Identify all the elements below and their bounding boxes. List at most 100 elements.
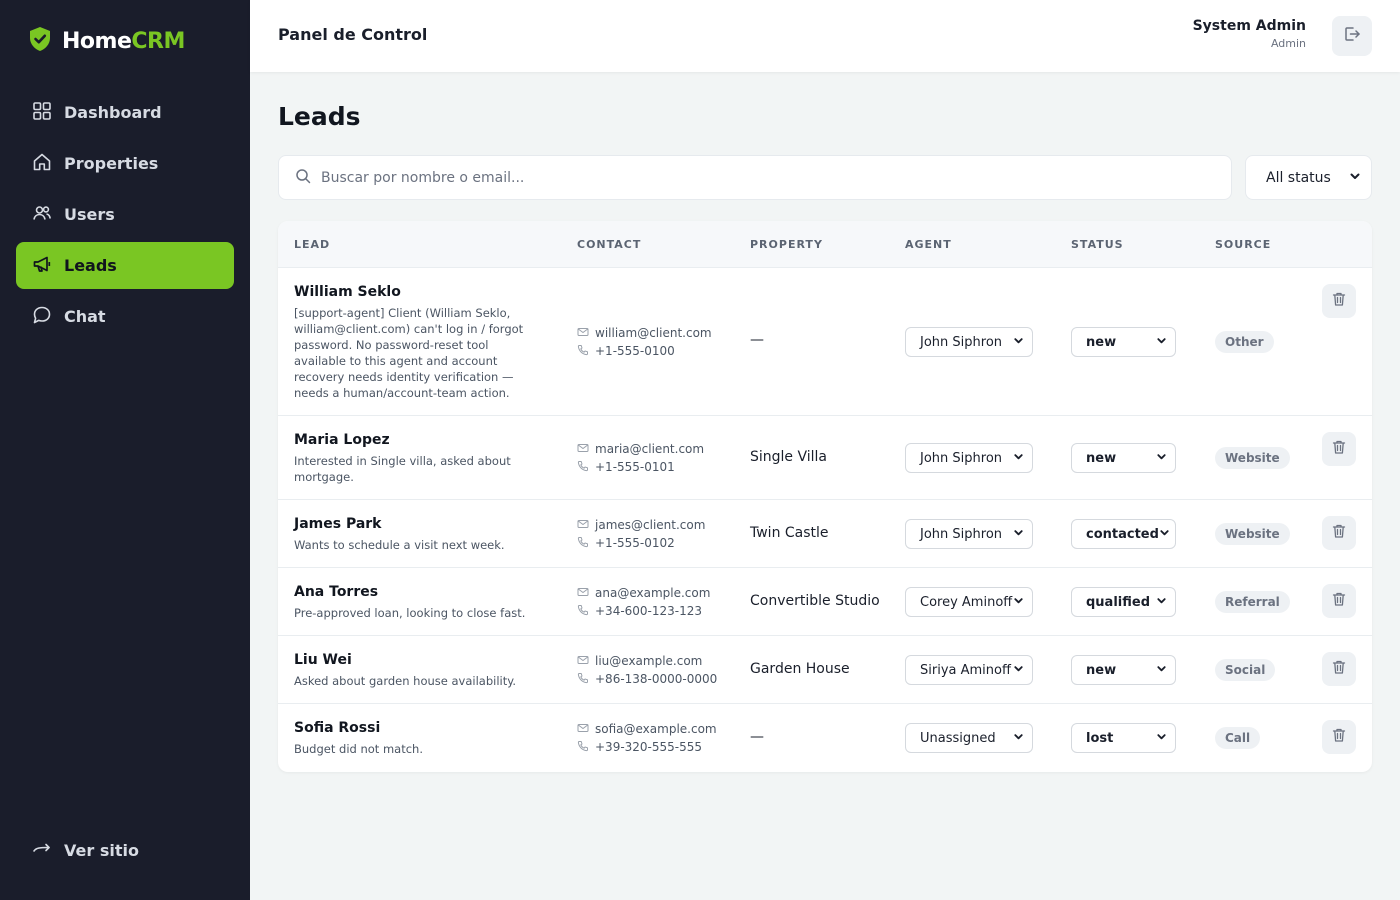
trash-icon [1331,523,1347,543]
sidebar: HomeCRM Dashboard Properties Users Leads [0,0,250,900]
sidebar-item-label: Chat [64,307,106,326]
chevron-down-icon [1159,527,1170,542]
status-select-value: new [1086,334,1117,350]
user-info: System Admin Admin [1193,18,1306,50]
lead-notes: Pre-approved loan, looking to close fast… [294,606,526,620]
status-select-value: contacted [1086,526,1159,542]
lead-phone[interactable]: +1-555-0101 [595,460,675,474]
logout-button[interactable] [1332,16,1372,56]
lead-email[interactable]: james@client.com [595,518,705,532]
agent-select-value: Unassigned [920,730,996,746]
chevron-down-icon [1156,335,1167,350]
chevron-down-icon [1013,663,1024,678]
lead-phone[interactable]: +34-600-123-123 [595,604,702,618]
source-badge: Social [1215,659,1276,681]
column-header-lead: LEAD [294,238,331,251]
source-badge: Website [1215,447,1290,469]
lead-email[interactable]: maria@client.com [595,442,704,456]
mail-icon [577,326,589,341]
lead-notes: Wants to schedule a visit next week. [294,538,505,552]
sidebar-nav: Dashboard Properties Users Leads Chat [16,89,234,344]
mail-icon [577,722,589,737]
agent-select[interactable]: Unassigned [905,723,1033,753]
sidebar-item-leads[interactable]: Leads [16,242,234,289]
agent-select[interactable]: John Siphron [905,519,1033,549]
status-select[interactable]: new [1071,443,1176,473]
trash-icon [1331,727,1347,747]
chevron-down-icon [1156,731,1167,746]
header-title: Panel de Control [278,25,428,44]
status-select[interactable]: new [1071,327,1176,357]
sidebar-item-chat[interactable]: Chat [16,293,234,340]
brand-name: HomeCRM [62,28,185,54]
phone-icon [577,536,589,551]
agent-select[interactable]: Siriya Aminoff [905,655,1033,685]
sidebar-item-dashboard[interactable]: Dashboard [16,89,234,136]
user-role: Admin [1270,37,1306,50]
chat-icon [32,305,52,329]
sidebar-item-properties[interactable]: Properties [16,140,234,187]
trash-icon [1331,659,1347,679]
lead-notes: Asked about garden house availability. [294,674,517,688]
lead-phone[interactable]: +86-138-0000-0000 [595,672,717,686]
trash-icon [1331,591,1347,611]
sidebar-item-label: Users [64,205,115,224]
page-title: Leads [278,102,361,131]
lead-email[interactable]: ana@example.com [595,586,710,600]
chevron-down-icon [1013,527,1024,542]
delete-lead-button[interactable] [1322,584,1356,618]
view-site-label: Ver sitio [64,840,139,860]
lead-email[interactable]: william@client.com [595,326,712,340]
brand-logo[interactable]: HomeCRM [28,26,185,56]
lead-property: Garden House [750,661,850,677]
agent-select-value: John Siphron [920,526,1003,542]
delete-lead-button[interactable] [1322,432,1356,466]
status-select[interactable]: qualified [1071,587,1176,617]
agent-select-value: John Siphron [920,334,1003,350]
phone-icon [577,740,589,755]
lead-email[interactable]: liu@example.com [595,654,702,668]
phone-icon [577,344,589,359]
lead-property: — [750,729,764,745]
status-filter-select[interactable]: All status [1245,155,1372,200]
lead-phone[interactable]: +39-320-555-555 [595,740,702,754]
lead-contact: william@client.com +1-555-0100 [577,324,712,360]
chevron-down-icon [1349,170,1361,186]
chevron-down-icon [1013,595,1024,610]
lead-notes: Interested in Single villa, asked about … [294,454,511,484]
status-filter-value: All status [1266,169,1331,186]
chevron-down-icon [1156,663,1167,678]
lead-contact: maria@client.com +1-555-0101 [577,440,704,476]
column-header-status: STATUS [1071,238,1124,251]
delete-lead-button[interactable] [1322,284,1356,318]
delete-lead-button[interactable] [1322,652,1356,686]
lead-notes: [support-agent] Client (William Seklo, w… [294,306,524,400]
lead-property: Single Villa [750,449,828,465]
agent-select[interactable]: John Siphron [905,327,1033,357]
lead-contact: liu@example.com +86-138-0000-0000 [577,652,717,688]
delete-lead-button[interactable] [1322,720,1356,754]
lead-property: Twin Castle [750,525,829,541]
status-select-value: new [1086,450,1117,466]
table-row: James Park Wants to schedule a visit nex… [278,500,1372,568]
status-select[interactable]: lost [1071,723,1176,753]
search-input[interactable] [321,169,1201,186]
status-select[interactable]: contacted [1071,519,1176,549]
status-select[interactable]: new [1071,655,1176,685]
agent-select[interactable]: John Siphron [905,443,1033,473]
sidebar-item-users[interactable]: Users [16,191,234,238]
lead-name: Ana Torres [294,584,379,600]
delete-lead-button[interactable] [1322,516,1356,550]
lead-name: William Seklo [294,284,401,300]
lead-phone[interactable]: +1-555-0100 [595,344,675,358]
source-badge: Other [1215,331,1274,353]
chevron-down-icon [1013,451,1024,466]
lead-phone[interactable]: +1-555-0102 [595,536,675,550]
source-badge: Referral [1215,591,1290,613]
phone-icon [577,672,589,687]
lead-email[interactable]: sofia@example.com [595,722,717,736]
chevron-down-icon [1156,595,1167,610]
view-site-link[interactable]: Ver sitio [32,838,139,862]
agent-select[interactable]: Corey Aminoff [905,587,1033,617]
trash-icon [1331,291,1347,311]
